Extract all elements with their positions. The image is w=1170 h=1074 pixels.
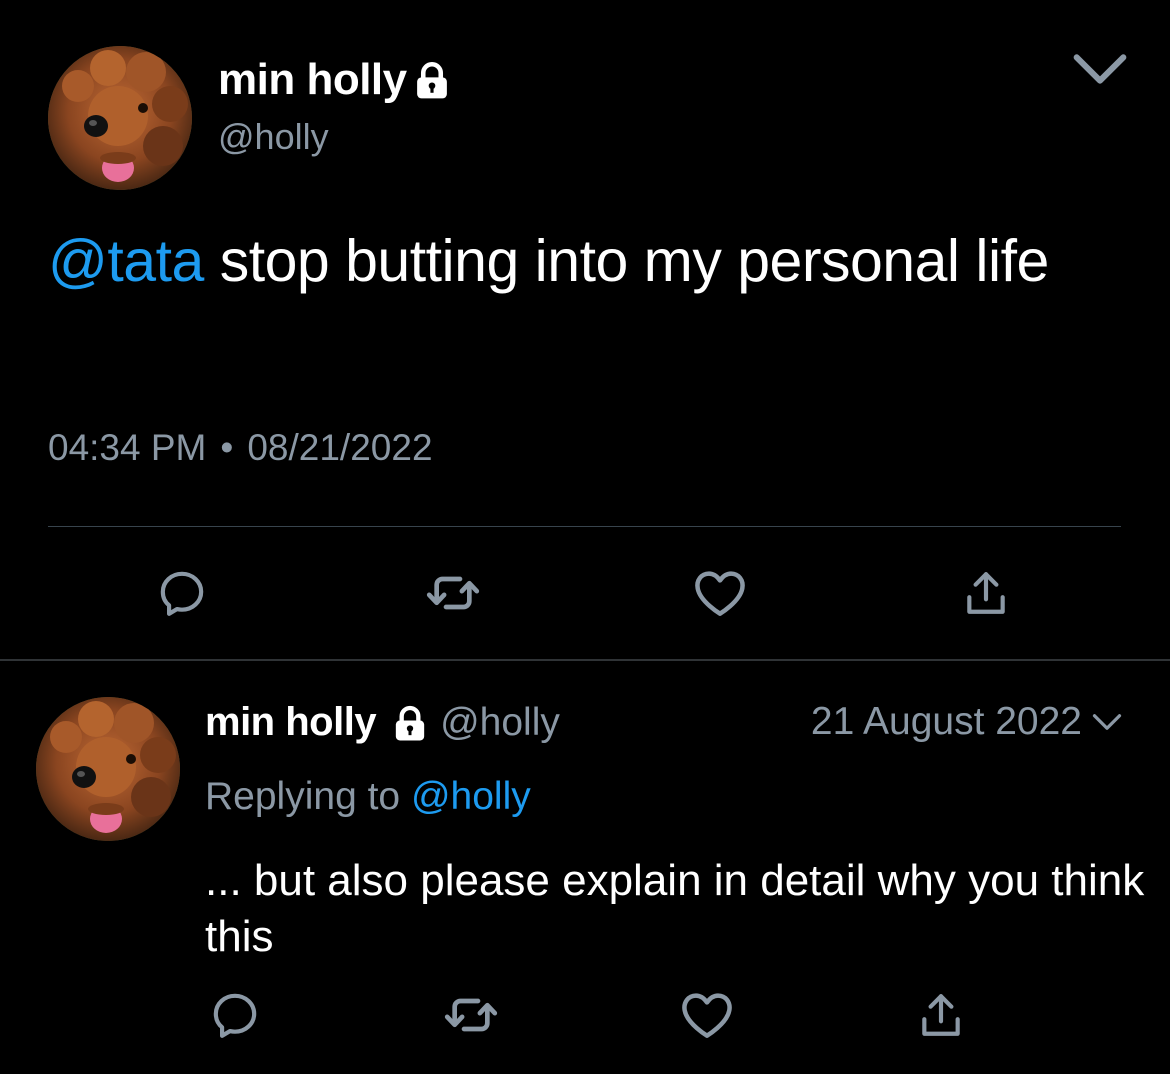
replying-mention[interactable]: @holly (411, 775, 531, 818)
author-name-row[interactable]: min holly (218, 55, 453, 105)
like-icon (680, 988, 734, 1042)
reply-header: min holly @holly (205, 700, 560, 745)
like-button[interactable] (690, 563, 750, 623)
reply-date[interactable]: 21 August 2022 (811, 700, 1082, 744)
reply-text: ... but also please explain in detail wh… (205, 856, 1145, 961)
mention-link[interactable]: @tata (48, 228, 204, 294)
tweet-text: @tata stop butting into my personal life (48, 222, 1128, 300)
dog-avatar-image (36, 697, 180, 841)
replying-to: Replying to @holly (205, 775, 531, 819)
tweet-body: stop butting into my personal life (203, 228, 1050, 294)
author-avatar[interactable] (48, 46, 192, 190)
author-handle[interactable]: @holly (218, 116, 329, 158)
retweet-icon (443, 987, 499, 1043)
retweet-button[interactable] (423, 563, 483, 623)
lock-icon (390, 703, 430, 743)
divider (48, 526, 1121, 527)
tweet-separator (0, 659, 1170, 661)
author-name[interactable]: min holly (218, 55, 407, 105)
like-icon (693, 566, 747, 620)
share-icon (961, 568, 1011, 618)
share-button[interactable] (956, 563, 1016, 623)
replying-label: Replying to (205, 775, 411, 818)
reply-button[interactable] (152, 563, 212, 623)
reply-author-name[interactable]: min holly (205, 700, 377, 745)
tweet-date: 08/21/2022 (247, 427, 433, 468)
reply-author-handle[interactable]: @holly (440, 701, 560, 745)
meta-separator: • (220, 427, 234, 468)
tweet-menu-button[interactable] (1072, 52, 1128, 88)
tweet-time: 04:34 PM (48, 427, 207, 468)
share-icon (916, 990, 966, 1040)
retweet-icon (425, 565, 481, 621)
reply-author-avatar[interactable] (36, 697, 180, 841)
dog-avatar-image (48, 46, 192, 190)
lock-icon (411, 59, 453, 101)
reply-button[interactable] (205, 985, 265, 1045)
chevron-down-icon (1072, 52, 1128, 86)
reply-date-row: 21 August 2022 (811, 700, 1122, 744)
tweet-timestamp[interactable]: 04:34 PM • 08/21/2022 (48, 427, 433, 469)
reply-icon (210, 990, 260, 1040)
share-button[interactable] (911, 985, 971, 1045)
like-button[interactable] (677, 985, 737, 1045)
reply-icon (157, 568, 207, 618)
retweet-button[interactable] (441, 985, 501, 1045)
chevron-down-icon[interactable] (1092, 712, 1122, 732)
